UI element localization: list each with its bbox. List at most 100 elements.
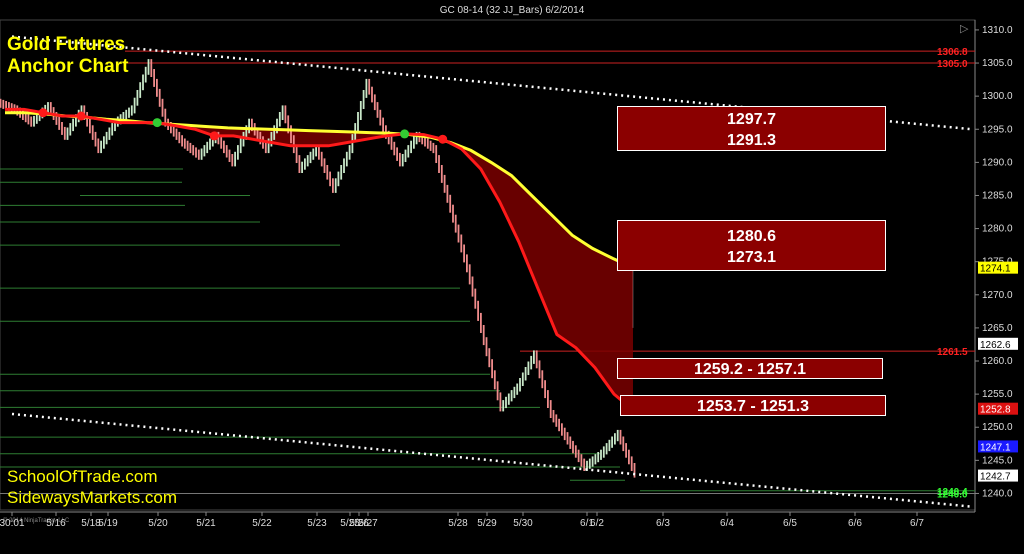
price-bar	[552, 410, 555, 423]
price-bar	[276, 118, 278, 134]
price-bar	[572, 440, 574, 454]
price-bar	[323, 158, 326, 173]
price-bar	[178, 131, 181, 144]
crossover-dot	[76, 111, 86, 121]
price-bar	[125, 109, 128, 120]
price-bar	[203, 145, 206, 157]
price-bar	[493, 370, 496, 390]
price-bar	[616, 429, 619, 442]
price-bar	[197, 149, 200, 160]
x-tick-label: 6/2	[590, 518, 604, 529]
price-bar	[544, 380, 546, 399]
price-bar	[223, 140, 225, 154]
price-bar	[357, 112, 359, 131]
price-bar	[128, 107, 130, 118]
price-bar	[591, 456, 594, 467]
price-bar	[329, 171, 331, 187]
price-bar	[488, 348, 491, 368]
price-bar	[66, 127, 69, 140]
price-bar	[220, 136, 223, 149]
price-bar	[97, 138, 100, 154]
price-bar	[502, 400, 505, 412]
y-tick-label: 1280.0	[982, 224, 1013, 235]
price-bar	[156, 78, 158, 97]
price-bar	[69, 123, 72, 136]
price-bar	[186, 140, 189, 151]
price-bar	[136, 90, 139, 106]
zone-2-top-value: 1280.6	[727, 228, 776, 245]
price-bar	[413, 136, 415, 149]
x-tick-label: 5/22	[252, 518, 272, 529]
price-marker-label: 1274.1	[980, 264, 1011, 275]
price-bar	[583, 458, 586, 471]
price-bar	[231, 154, 234, 167]
collapse-arrow-icon[interactable]: ▷	[960, 22, 969, 35]
crossover-dot	[400, 129, 410, 139]
y-tick-label: 1260.0	[982, 356, 1013, 367]
price-bar	[292, 135, 295, 154]
price-bar	[611, 436, 613, 448]
price-bar	[234, 151, 236, 167]
price-marker-label: 1305.0	[937, 59, 968, 70]
price-bar	[471, 276, 474, 297]
price-bar	[399, 152, 401, 167]
price-bar	[432, 142, 435, 154]
price-bar	[30, 116, 33, 127]
price-marker-label: 1247.1	[980, 442, 1011, 453]
price-bar	[86, 112, 88, 127]
y-tick-label: 1285.0	[982, 190, 1013, 201]
price-bar	[248, 118, 250, 134]
price-bar	[521, 372, 524, 386]
price-bar	[142, 74, 144, 91]
price-bar	[147, 59, 150, 75]
price-bar	[510, 390, 513, 402]
price-bar	[396, 147, 398, 161]
price-bar	[393, 141, 396, 156]
chart-overlay-title: Gold Futures Anchor Chart	[7, 34, 128, 78]
price-bar	[337, 171, 340, 187]
price-marker-label: 1252.8	[980, 405, 1011, 416]
price-bar	[365, 78, 368, 98]
price-bar	[343, 158, 345, 173]
y-tick-label: 1310.0	[982, 25, 1013, 36]
zone-4-value: 1253.7 - 1251.3	[696, 398, 810, 415]
price-bar	[108, 127, 111, 140]
price-bar	[306, 155, 309, 167]
price-bar	[558, 418, 560, 432]
site-link-schooloftrade[interactable]: SchoolOfTrade.com	[7, 467, 158, 487]
price-bar	[94, 131, 97, 147]
price-marker-label: 1262.6	[980, 340, 1011, 351]
price-bar	[192, 145, 195, 156]
y-tick-label: 1255.0	[982, 389, 1013, 400]
price-bar	[332, 178, 334, 193]
price-bar	[594, 454, 597, 465]
price-bar	[382, 117, 384, 134]
price-bar	[588, 458, 591, 469]
x-tick-label: 5/21	[196, 518, 216, 529]
x-tick-label: 5/19	[98, 518, 118, 529]
price-bar	[320, 151, 323, 167]
x-tick-label: 5/30	[513, 518, 533, 529]
y-tick-label: 1245.0	[982, 455, 1013, 466]
price-bar	[407, 145, 410, 158]
price-bar	[538, 360, 541, 379]
price-bar	[480, 312, 482, 333]
price-marker-label: 1306.8	[937, 47, 968, 58]
price-bar	[457, 224, 460, 243]
x-tick-label: 5/23	[307, 518, 327, 529]
price-bar	[602, 446, 605, 458]
price-bar	[530, 355, 533, 370]
price-marker-label: 1240.0	[937, 489, 968, 500]
x-tick-label: 5/27	[358, 518, 378, 529]
zone-box-2: 1280.6 1273.1	[617, 220, 886, 271]
price-bar	[47, 102, 49, 113]
price-bar	[259, 131, 262, 145]
zone-1-bottom-value: 1291.3	[727, 132, 776, 149]
y-tick-label: 1240.0	[982, 488, 1013, 499]
price-bar	[429, 140, 432, 151]
site-link-sidewaysmarkets[interactable]: SidewaysMarkets.com	[7, 488, 177, 508]
price-bar	[608, 439, 611, 452]
y-tick-label: 1305.0	[982, 58, 1013, 69]
price-bar	[449, 194, 452, 213]
price-bar	[477, 300, 479, 321]
